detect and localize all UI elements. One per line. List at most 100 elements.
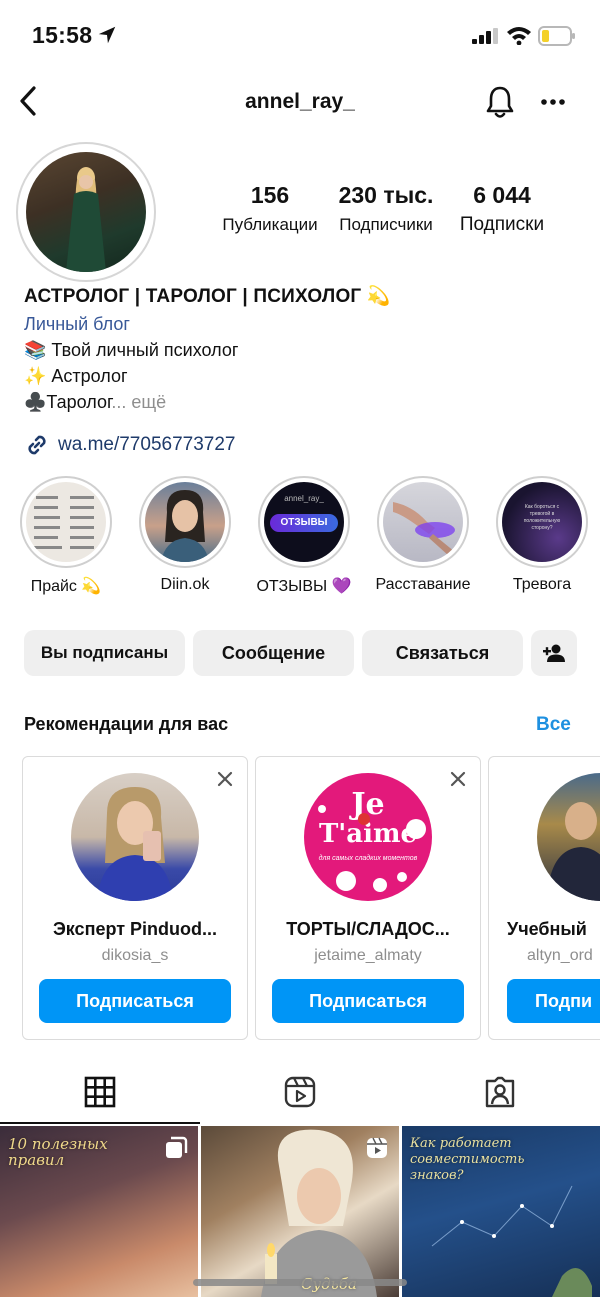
highlight-cover-text: ОТЗЫВЫ: [280, 517, 328, 528]
highlight-ring: annel_ray_ ОТЗЫВЫ: [258, 476, 350, 568]
link-icon: [28, 435, 46, 455]
highlight-ring: [139, 476, 231, 568]
post-thumbnail[interactable]: Судьба: [201, 1126, 399, 1297]
home-indicator[interactable]: [193, 1279, 407, 1286]
bio-category: Личный блог: [24, 314, 130, 334]
tagged-person-icon: [485, 1076, 515, 1108]
recommendation-name: Эксперт Pinduod...: [52, 919, 218, 939]
highlight-cover: Как бороться с тревогой в положительную …: [502, 482, 582, 562]
profile-header: annel_ray_: [0, 78, 600, 128]
person-thumbnail: [97, 787, 173, 901]
bubbles-decoration: [318, 805, 426, 892]
bell-icon[interactable]: [484, 84, 516, 120]
highlight-label: Прайс 💫: [30, 578, 102, 595]
status-bar: 15:58: [0, 0, 600, 70]
stat-value: 230 тыс.: [338, 182, 434, 208]
highlight-label: ОТЗЫВЫ 💜: [256, 578, 352, 595]
stat-label: Подписки: [459, 214, 545, 235]
wifi-icon: [507, 27, 531, 45]
avatar: Je T'aime для самых сладких моментов: [304, 773, 432, 901]
post-thumbnail[interactable]: Как работает совместимость знаков?: [402, 1126, 600, 1297]
person-thumbnail: [547, 802, 600, 901]
bio-link-text: wa.me/77056773727: [58, 434, 236, 455]
bio-line-text: ♣️Таролог: [24, 392, 112, 412]
carousel-icon: [166, 1136, 188, 1158]
profile-bio: АСТРОЛОГ | ТАРОЛОГ | ПСИХОЛОГ 💫 Личный б…: [24, 284, 584, 458]
follow-button[interactable]: Подписаться: [272, 979, 464, 1023]
suggest-people-button[interactable]: [531, 630, 577, 676]
person-thumbnail: [161, 490, 209, 562]
tab-tagged[interactable]: [400, 1062, 600, 1124]
highlight-label: Diin.ok: [160, 576, 210, 593]
close-icon[interactable]: [217, 771, 233, 787]
grid-icon: [84, 1076, 116, 1108]
contact-button[interactable]: Связаться: [362, 630, 523, 676]
bio-title: АСТРОЛОГ | ТАРОЛОГ | ПСИХОЛОГ 💫: [24, 286, 391, 307]
story-highlight[interactable]: Как бороться с тревогой в положительную …: [494, 476, 590, 594]
story-highlight[interactable]: Прайс 💫: [18, 476, 114, 596]
recommendation-handle: altyn_ord: [527, 947, 593, 964]
recommendation-card[interactable]: Учебный altyn_ord Подпи: [488, 756, 600, 1040]
stat-value: 156: [250, 182, 290, 208]
highlight-cover: [383, 482, 463, 562]
stat-value: 6 044: [473, 182, 531, 208]
add-person-icon: [543, 644, 565, 662]
bio-line-truncated: ♣️Таролог... ещё: [24, 392, 584, 418]
hands-thumbnail: [393, 502, 455, 556]
highlight-cover-caption: Как бороться с тревогой в положительную …: [523, 504, 561, 531]
tab-posts-grid[interactable]: [0, 1062, 200, 1124]
posts-grid: 10 полезных правил Судьба Как работает с…: [0, 1126, 600, 1297]
highlight-cover: annel_ray_ ОТЗЫВЫ: [264, 482, 344, 562]
highlight-label: Тревога: [512, 576, 572, 593]
bio-more-link[interactable]: ... ещё: [111, 392, 166, 412]
recommendation-name: ТОРТЫ/СЛАДОС...: [286, 919, 450, 939]
stat-following[interactable]: 6 044 Подписки: [448, 182, 556, 236]
avatar-person-figure: [66, 167, 106, 272]
story-highlight[interactable]: annel_ray_ ОТЗЫВЫ ОТЗЫВЫ 💜: [256, 476, 352, 596]
avatar: [537, 773, 600, 901]
story-highlight[interactable]: Расставание: [375, 476, 471, 594]
highlight-cover: [26, 482, 106, 562]
highlight-cover-handle: annel_ray_: [284, 494, 324, 503]
constellation-illustration: [431, 1185, 592, 1297]
stat-label: Подписчики: [339, 215, 433, 234]
recommendations-title: Рекомендации для вас: [24, 714, 229, 734]
profile-avatar[interactable]: [16, 142, 156, 282]
status-time: 15:58: [32, 22, 93, 48]
tab-reels[interactable]: [200, 1062, 400, 1124]
recommendation-handle: jetaime_almaty: [314, 947, 422, 964]
post-thumbnail[interactable]: 10 полезных правил: [0, 1126, 198, 1297]
follow-button[interactable]: Подпи: [507, 979, 600, 1023]
highlight-ring: [20, 476, 112, 568]
recommendation-name: Учебный: [507, 919, 587, 939]
highlight-ring: Как бороться с тревогой в положительную …: [496, 476, 588, 568]
stat-posts[interactable]: 156 Публикации: [214, 182, 326, 235]
price-list-thumbnail: [34, 496, 94, 549]
reels-icon: [284, 1076, 316, 1108]
story-highlight[interactable]: Diin.ok: [137, 476, 233, 594]
battery-icon: [538, 26, 575, 46]
profile-content-tabs: [0, 1062, 600, 1124]
highlight-cover: [145, 482, 225, 562]
recommendation-handle: dikosia_s: [101, 947, 169, 964]
post-caption: 10 полезных правил: [8, 1135, 108, 1169]
recommendation-card[interactable]: Эксперт Pinduod... dikosia_s Подписаться: [22, 756, 248, 1040]
see-all-link[interactable]: Все: [536, 714, 571, 736]
more-options-icon[interactable]: [540, 98, 566, 106]
cellular-signal-icon: [472, 28, 498, 44]
bio-line: ✨ Астролог: [24, 366, 128, 386]
stat-followers[interactable]: 230 тыс. Подписчики: [330, 182, 442, 235]
stat-label: Публикации: [222, 215, 318, 234]
location-arrow-icon: [98, 26, 116, 44]
close-icon[interactable]: [450, 771, 466, 787]
message-button[interactable]: Сообщение: [193, 630, 354, 676]
follow-button[interactable]: Подписаться: [39, 979, 231, 1023]
bio-line: 📚 Твой личный психолог: [24, 340, 239, 360]
avatar: [26, 152, 146, 272]
recommendation-card[interactable]: Je T'aime для самых сладких моментов ТОР…: [255, 756, 481, 1040]
highlight-ring: [377, 476, 469, 568]
highlight-label: Расставание: [375, 576, 471, 593]
avatar: [71, 773, 199, 901]
bio-website-link[interactable]: wa.me/77056773727: [24, 432, 584, 458]
following-button[interactable]: Вы подписаны: [24, 630, 185, 676]
